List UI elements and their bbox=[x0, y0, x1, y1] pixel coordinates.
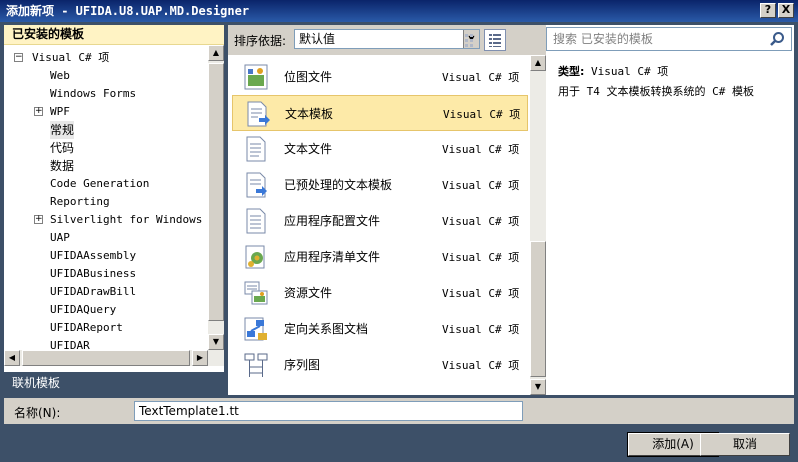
expand-icon[interactable]: + bbox=[34, 107, 43, 116]
scroll-left-icon[interactable]: ◀ bbox=[4, 350, 20, 366]
template-name: 已预处理的文本模板 bbox=[284, 178, 393, 192]
template-language: Visual C# 项 bbox=[442, 71, 520, 84]
list-item[interactable]: 资源文件 Visual C# 项 bbox=[232, 275, 528, 311]
list-item[interactable]: 位图文件 Visual C# 项 bbox=[232, 59, 528, 95]
template-name: 文本文件 bbox=[284, 142, 333, 156]
small-icons-view-icon[interactable] bbox=[460, 29, 482, 51]
cancel-button[interactable]: 取消 bbox=[700, 433, 790, 456]
tree-item-label: WPF bbox=[50, 105, 70, 118]
scroll-thumb[interactable] bbox=[22, 350, 190, 366]
template-language: Visual C# 项 bbox=[442, 215, 520, 228]
tree-item-label: UFIDAReport bbox=[50, 321, 123, 334]
config-file-icon bbox=[246, 208, 266, 234]
text-file-icon bbox=[246, 136, 266, 162]
type-value: Visual C# 项 bbox=[591, 65, 669, 78]
tree-item-label: Reporting bbox=[50, 195, 110, 208]
tree-item-label: 代码 bbox=[50, 141, 75, 155]
scroll-up-icon[interactable]: ▲ bbox=[530, 55, 546, 71]
expand-icon[interactable]: + bbox=[34, 215, 43, 224]
template-description: 用于 T4 文本模板转换系统的 C# 模板 bbox=[558, 85, 754, 98]
dgml-document-icon bbox=[244, 317, 267, 341]
close-button[interactable]: X bbox=[778, 3, 794, 18]
list-item[interactable]: 文本文件 Visual C# 项 bbox=[232, 131, 528, 167]
tree-horizontal-scrollbar[interactable]: ◀ ▶ bbox=[4, 350, 224, 366]
scroll-right-icon[interactable]: ▶ bbox=[192, 350, 208, 366]
list-item-selected[interactable]: 文本模板 Visual C# 项 bbox=[232, 95, 528, 131]
template-language: Visual C# 项 bbox=[442, 179, 520, 192]
sequence-diagram-icon bbox=[244, 353, 268, 377]
online-templates-header[interactable]: 联机模板 bbox=[4, 372, 224, 394]
name-input[interactable]: TextTemplate1.tt bbox=[134, 401, 523, 421]
tree-item-label: Code Generation bbox=[50, 177, 150, 190]
sort-value: 默认值 bbox=[299, 32, 336, 46]
sort-label: 排序依据: bbox=[234, 34, 287, 48]
tree-item-label: UFIDAQuery bbox=[50, 303, 117, 316]
tree-item-label: 数据 bbox=[50, 159, 75, 173]
template-language: Visual C# 项 bbox=[442, 251, 520, 264]
template-name: 文本模板 bbox=[285, 107, 334, 121]
template-language: Visual C# 项 bbox=[442, 359, 520, 372]
list-item[interactable]: 应用程序清单文件 Visual C# 项 bbox=[232, 239, 528, 275]
name-label: 名称(N): bbox=[14, 406, 61, 420]
preprocessed-template-icon bbox=[246, 172, 267, 198]
tree-item-label: Web bbox=[50, 69, 70, 82]
category-tree: − Visual C# 项 Web Windows Forms + WPF 常规… bbox=[4, 45, 208, 366]
tree-item-label: UFIDADrawBill bbox=[50, 285, 137, 298]
search-icon[interactable] bbox=[769, 31, 785, 47]
type-label: 类型: bbox=[558, 65, 585, 78]
collapse-icon[interactable]: − bbox=[14, 53, 23, 62]
template-name: 序列图 bbox=[284, 358, 321, 372]
tree-item-label: UAP bbox=[50, 231, 70, 244]
template-name: 位图文件 bbox=[284, 70, 333, 84]
resource-file-icon bbox=[244, 281, 268, 305]
list-item[interactable]: 应用程序配置文件 Visual C# 项 bbox=[232, 203, 528, 239]
template-list-scrollbar[interactable]: ▲ ▼ bbox=[530, 55, 546, 395]
template-language: Visual C# 项 bbox=[442, 143, 520, 156]
list-item[interactable]: 已预处理的文本模板 Visual C# 项 bbox=[232, 167, 528, 203]
template-type: 类型: Visual C# 项 bbox=[558, 63, 668, 79]
add-new-item-dialog: 添加新项 - UFIDA.U8.UAP.MD.Designer ? X 已安装的… bbox=[0, 0, 798, 462]
scroll-up-icon[interactable]: ▲ bbox=[208, 45, 224, 61]
scroll-thumb[interactable] bbox=[208, 63, 224, 321]
tree-item-label: Visual C# 项 bbox=[32, 51, 110, 64]
title-bar: 添加新项 - UFIDA.U8.UAP.MD.Designer ? X bbox=[0, 0, 798, 22]
template-details-panel: 搜索 已安装的模板 类型: Visual C# 项 用于 T4 文本模板转换系统… bbox=[546, 25, 794, 395]
tree-vertical-scrollbar[interactable]: ▲ ▼ bbox=[208, 45, 224, 350]
sort-dropdown[interactable]: 默认值 ▼ bbox=[294, 29, 480, 49]
manifest-file-icon bbox=[245, 245, 265, 269]
details-view-icon[interactable] bbox=[484, 29, 506, 51]
help-button[interactable]: ? bbox=[760, 3, 776, 18]
tree-item-label: 常规 bbox=[50, 121, 75, 139]
sort-toolbar: 排序依据: 默认值 ▼ bbox=[228, 25, 546, 55]
template-language: Visual C# 项 bbox=[443, 108, 521, 121]
tree-item-label: Windows Forms bbox=[50, 87, 137, 100]
name-bar: 名称(N): TextTemplate1.tt bbox=[4, 398, 794, 424]
template-name: 定向关系图文档 bbox=[284, 322, 369, 336]
template-name: 应用程序配置文件 bbox=[284, 214, 381, 228]
template-language: Visual C# 项 bbox=[442, 323, 520, 336]
template-name: 应用程序清单文件 bbox=[284, 250, 381, 264]
scroll-thumb[interactable] bbox=[530, 241, 546, 377]
template-language: Visual C# 项 bbox=[442, 287, 520, 300]
text-template-icon bbox=[247, 101, 270, 127]
search-placeholder: 搜索 已安装的模板 bbox=[553, 32, 653, 46]
installed-templates-header[interactable]: 已安装的模板 bbox=[4, 25, 224, 45]
scroll-down-icon[interactable]: ▼ bbox=[208, 334, 224, 350]
list-item[interactable]: 定向关系图文档 Visual C# 项 bbox=[232, 311, 528, 347]
template-category-panel: 已安装的模板 − Visual C# 项 Web Windows Forms +… bbox=[4, 25, 224, 394]
tree-item-label: UFIDAAssembly bbox=[50, 249, 137, 262]
window-title: 添加新项 - UFIDA.U8.UAP.MD.Designer bbox=[6, 4, 250, 18]
scroll-down-icon[interactable]: ▼ bbox=[530, 379, 546, 395]
list-item[interactable]: 序列图 Visual C# 项 bbox=[232, 347, 528, 383]
tree-item-label: UFIDABusiness bbox=[50, 267, 137, 280]
template-name: 资源文件 bbox=[284, 286, 333, 300]
template-list: 位图文件 Visual C# 项 文本模板 Visual C# 项 文本文件 V… bbox=[228, 55, 530, 395]
search-input[interactable]: 搜索 已安装的模板 bbox=[546, 27, 792, 51]
bitmap-file-icon bbox=[244, 64, 268, 90]
tree-item-label: Silverlight for Windows Ph bbox=[50, 213, 208, 226]
